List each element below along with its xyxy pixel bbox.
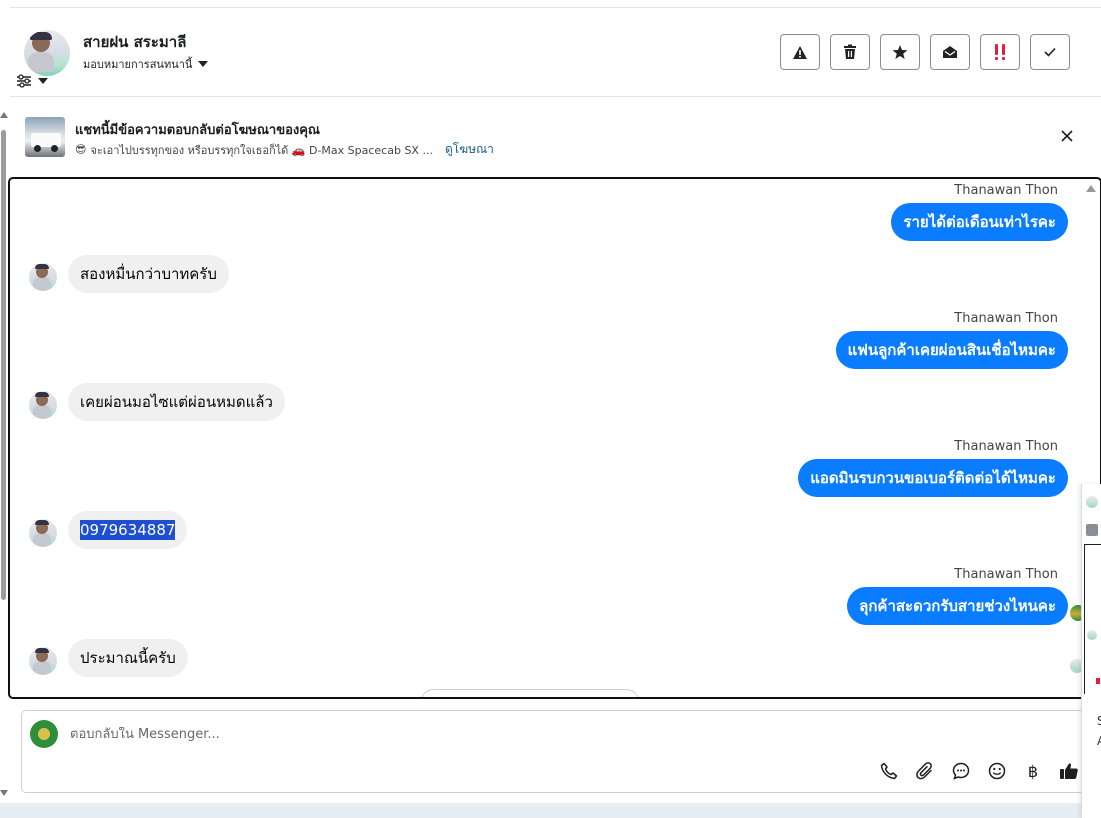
like-button[interactable] [1058, 760, 1080, 782]
message-thread[interactable]: Thanawan Thon รายได้ต่อเดือนเท่าไรคะ สอง… [8, 177, 1101, 699]
assign-conversation-dropdown[interactable]: มอบหมายการสนทนานี้ [83, 55, 209, 73]
ad-banner-subtitle: 😎 จะเอาไปบรรทุกของ หรือบรรทุกใจเธอก็ได้ … [75, 140, 494, 159]
close-banner-button[interactable] [1059, 128, 1075, 144]
message-row: Thanawan Thon รายได้ต่อเดือนเท่าไรคะ [10, 179, 1100, 243]
page-avatar [30, 720, 58, 748]
top-divider [10, 0, 1101, 8]
message-row: ประมาณนี้ครับ [10, 639, 1100, 679]
scroll-down-arrow-icon[interactable] [0, 790, 8, 796]
contact-name[interactable]: สายฝน สระมาลี [83, 30, 186, 54]
call-button[interactable] [878, 760, 900, 782]
incoming-message[interactable]: เคยผ่อนมอไซแต่ผ่อนหมดแล้ว [68, 383, 285, 421]
mark-done-button[interactable] [1030, 34, 1070, 70]
follow-up-button[interactable] [980, 34, 1020, 70]
delete-button[interactable] [830, 34, 870, 70]
sunglasses-emoji-icon: 😎 [75, 143, 87, 156]
envelope-open-icon [943, 46, 957, 58]
message-row: เคยผ่อนมอไซแต่ผ่อนหมดแล้ว [10, 383, 1100, 423]
conversation-header: สายฝน สระมาลี มอบหมายการสนทนานี้ [10, 8, 1101, 97]
star-button[interactable] [880, 34, 920, 70]
incoming-message[interactable]: 0979634887 [68, 511, 188, 549]
trash-icon [844, 44, 856, 59]
scrollbar-thumb[interactable] [1, 130, 6, 600]
emoji-button[interactable] [986, 760, 1008, 782]
message-row: Thanawan Thon แอดมินรบกวนขอเบอร์ติดต่อได… [10, 435, 1100, 499]
composer-tools: ฿ [878, 760, 1080, 782]
chevron-down-icon [198, 61, 209, 67]
inbox-window: สายฝน สระมาลี มอบหมายการสนทนานี้ แชทนี้ม… [0, 0, 1101, 818]
star-icon [892, 45, 908, 59]
outgoing-message[interactable]: ลุกค้าสะดวกรับสายช่วงไหนคะ [847, 587, 1068, 625]
chevron-down-icon [38, 78, 48, 84]
outgoing-message[interactable]: รายได้ต่อเดือนเท่าไรคะ [891, 203, 1068, 241]
outgoing-message[interactable]: แอดมินรบกวนขอเบอร์ติดต่อได้ไหมคะ [798, 459, 1068, 497]
message-row: Thanawan Thon แฟนลูกค้าเคยผ่อนสินเชื่อไห… [10, 307, 1100, 371]
view-ad-link[interactable]: ดูโฆษณา [445, 140, 494, 159]
close-icon [1061, 130, 1073, 142]
sender-name: Thanawan Thon [954, 311, 1058, 326]
side-text-2: A [1097, 734, 1101, 748]
ad-thumbnail[interactable] [25, 117, 65, 157]
incoming-message[interactable]: สองหมื่นกว่าบาทครับ [68, 255, 229, 293]
message-row: 0979634887 [10, 511, 1100, 551]
side-text-1: S [1097, 714, 1101, 728]
side-panel-frame [1084, 544, 1101, 694]
side-panel-overlay[interactable]: S A [1081, 484, 1101, 818]
side-thumbnail-icon [1086, 524, 1098, 536]
warning-icon [793, 45, 807, 59]
saved-reply-icon [952, 762, 970, 780]
thumbs-up-icon [1060, 763, 1078, 779]
sliders-icon [17, 74, 31, 88]
ad-caption: จะเอาไปบรรทุกของ หรือบรรทุกใจเธอก็ได้ 🚗 … [90, 143, 433, 157]
header-actions [780, 34, 1070, 70]
outgoing-message[interactable]: แฟนลูกค้าเคยผ่อนสินเชื่อไหมคะ [835, 331, 1068, 369]
ad-banner-title: แชทนี้มีข้อความตอบกลับต่อโฆษณาของคุณ [75, 123, 320, 138]
reply-input[interactable] [70, 727, 830, 742]
baht-icon: ฿ [1027, 761, 1039, 781]
jump-to-latest-pill[interactable] [420, 689, 640, 697]
sender-name: Thanawan Thon [954, 567, 1058, 582]
left-scrollbar[interactable] [0, 100, 8, 800]
mark-unread-button[interactable] [930, 34, 970, 70]
filter-dropdown[interactable] [16, 74, 48, 88]
ad-reply-banner: แชทนี้มีข้อความตอบกลับต่อโฆษณาของคุณ 😎 จ… [10, 98, 1101, 176]
incoming-message[interactable]: ประมาณนี้ครับ [68, 639, 188, 677]
side-red-marker-icon [1096, 678, 1100, 684]
emoji-icon [988, 762, 1006, 780]
assign-label: มอบหมายการสนทนานี้ [83, 58, 193, 71]
contact-avatar-small[interactable] [29, 519, 57, 547]
contact-avatar-small[interactable] [29, 647, 57, 675]
message-row: Thanawan Thon ลุกค้าสะดวกรับสายช่วงไหนคะ [10, 563, 1100, 627]
sender-name: Thanawan Thon [954, 439, 1058, 454]
message-composer: ฿ [21, 710, 1091, 793]
selected-phone-number[interactable]: 0979634887 [80, 520, 176, 540]
exclamation-icon [995, 44, 1005, 60]
side-avatar-icon [1086, 496, 1098, 508]
phone-icon [880, 762, 898, 780]
saved-replies-button[interactable] [950, 760, 972, 782]
bottom-strip [0, 803, 1101, 818]
contact-avatar-small[interactable] [29, 391, 57, 419]
message-row: สองหมื่นกว่าบาทครับ [10, 255, 1100, 295]
contact-avatar[interactable] [24, 30, 70, 76]
report-button[interactable] [780, 34, 820, 70]
side-small-avatar-icon [1087, 630, 1097, 640]
scroll-up-arrow-icon[interactable] [0, 112, 8, 118]
contact-avatar-small[interactable] [29, 263, 57, 291]
payment-button[interactable]: ฿ [1022, 760, 1044, 782]
sender-name: Thanawan Thon [954, 183, 1058, 198]
check-icon [1044, 47, 1056, 57]
paperclip-icon [916, 762, 932, 780]
attach-button[interactable] [914, 760, 936, 782]
